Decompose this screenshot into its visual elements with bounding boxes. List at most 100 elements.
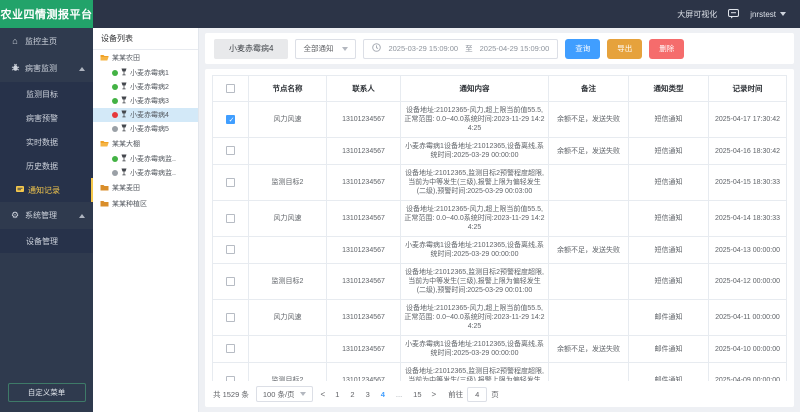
username: jnrstest: [750, 10, 776, 19]
sidebar-item-realtime-data[interactable]: 实时数据: [0, 130, 93, 154]
big-screen-link[interactable]: 大屏可视化: [677, 9, 717, 20]
tree-folder-farm[interactable]: 某某农田: [93, 50, 198, 66]
export-button[interactable]: 导出: [607, 39, 642, 59]
date-separator: 至: [465, 43, 473, 54]
status-offline-dot: [112, 170, 118, 176]
device-icon: [121, 96, 127, 106]
folder-open-icon: [100, 140, 109, 149]
main-content: 小麦赤霉病4 全部通知 2025-03-29 15:09:00 至 2025-0…: [199, 28, 800, 412]
goto-page-input[interactable]: [467, 387, 487, 402]
sidebar-item-history-data[interactable]: 历史数据: [0, 154, 93, 178]
page-size-select[interactable]: 100 条/页: [256, 386, 313, 402]
row-checkbox[interactable]: [226, 178, 235, 187]
selected-device-tag: 小麦赤霉病4: [214, 39, 288, 59]
tree-node-device[interactable]: 小麦赤霉病监..: [93, 152, 198, 166]
caret-up-icon: [79, 67, 85, 71]
table-row: 13101234567 小麦赤霉病1设备地址:21012365,设备离线,系统时…: [213, 138, 787, 165]
row-checkbox[interactable]: [226, 245, 235, 254]
chevron-down-icon: [780, 12, 786, 16]
device-icon: [121, 124, 127, 134]
tree-node-device-selected[interactable]: 小麦赤霉病4: [93, 108, 198, 122]
sidebar-item-pest-monitor[interactable]: 病害监测: [0, 55, 93, 82]
page-ellipsis[interactable]: ...: [394, 390, 404, 399]
device-icon: [121, 154, 127, 164]
message-icon[interactable]: [728, 9, 739, 19]
notification-icon: [16, 186, 24, 195]
date-range-picker[interactable]: 2025-03-29 15:09:00 至 2025-04-29 15:09:0…: [363, 39, 558, 59]
tree-folder-plantation[interactable]: 某某种植区: [93, 196, 198, 212]
device-tree-panel: 设备列表 某某农田 小麦赤霉病1 小麦赤霉病2 小麦赤霉病3: [93, 28, 199, 412]
table-header-row: 节点名称 联系人 通知内容 备注 通知类型 记录时间: [213, 76, 787, 102]
tree-node-device[interactable]: 小麦赤霉病1: [93, 66, 198, 80]
sidebar-item-system-manage[interactable]: ⚙ 系统管理: [0, 202, 93, 229]
notify-type-select[interactable]: 全部通知: [295, 39, 356, 59]
col-time: 记录时间: [709, 76, 787, 102]
table-row: 风力风速 13101234567 设备地址:21012365-风力,超上限当前值…: [213, 300, 787, 336]
app-logo: 农业四情测报平台: [0, 0, 93, 28]
col-remark: 备注: [549, 76, 629, 102]
status-online-dot: [112, 156, 118, 162]
pagination-bar: 共 1529 条 100 条/页 < 1 2 3 4 ... 15 > 前往: [212, 381, 787, 407]
row-checkbox[interactable]: [226, 146, 235, 155]
table-row: 风力风速 13101234567 设备地址:21012365-风力,超上限当前值…: [213, 102, 787, 138]
status-online-dot: [112, 70, 118, 76]
filter-toolbar: 小麦赤霉病4 全部通知 2025-03-29 15:09:00 至 2025-0…: [205, 33, 794, 64]
folder-open-icon: [100, 54, 109, 63]
page-current[interactable]: 4: [379, 390, 387, 399]
sidebar-item-monitor-target[interactable]: 监测目标: [0, 82, 93, 106]
user-menu[interactable]: jnrstest: [750, 10, 786, 19]
status-alarm-dot: [112, 112, 118, 118]
table-row: 风力风速 13101234567 设备地址:21012365-风力,超上限当前值…: [213, 201, 787, 237]
page-3[interactable]: 3: [364, 390, 372, 399]
pest-monitor-icon: [10, 63, 20, 74]
delete-button[interactable]: 删除: [649, 39, 684, 59]
page-2[interactable]: 2: [348, 390, 356, 399]
tree-node-device[interactable]: 小麦赤霉病2: [93, 80, 198, 94]
folder-closed-icon: [100, 200, 109, 209]
row-checkbox[interactable]: [226, 115, 235, 124]
goto-label: 前往: [448, 389, 463, 400]
chevron-down-icon: [300, 392, 306, 396]
tree-node-device[interactable]: 小麦赤霉病监..: [93, 166, 198, 180]
tree-folder-greenhouse[interactable]: 某某大棚: [93, 136, 198, 152]
table-row: 监测目标2 13101234567 设备地址:21012365,监测目标2预警程…: [213, 363, 787, 382]
select-all-checkbox[interactable]: [226, 84, 235, 93]
sidebar-item-pest-warning[interactable]: 病害预警: [0, 106, 93, 130]
system-submenu: 设备管理: [0, 229, 93, 253]
sidebar-item-notification-records[interactable]: 通知记录: [0, 178, 93, 202]
custom-menu-button[interactable]: 自定义菜单: [8, 383, 86, 402]
table-row: 监测目标2 13101234567 设备地址:21012365,监测目标2预警程…: [213, 165, 787, 201]
device-list-title: 设备列表: [93, 28, 198, 50]
row-checkbox[interactable]: [226, 277, 235, 286]
sidebar-item-device-manage[interactable]: 设备管理: [0, 229, 93, 253]
records-table: 节点名称 联系人 通知内容 备注 通知类型 记录时间 风力风速: [212, 75, 787, 381]
tree-folder-wheatfield[interactable]: 某某麦田: [93, 180, 198, 196]
status-offline-dot: [112, 126, 118, 132]
page-1[interactable]: 1: [333, 390, 341, 399]
page-last[interactable]: 15: [411, 390, 423, 399]
row-checkbox[interactable]: [226, 214, 235, 223]
row-checkbox[interactable]: [226, 344, 235, 353]
tree-node-device[interactable]: 小麦赤霉病3: [93, 94, 198, 108]
next-page-button[interactable]: >: [431, 390, 438, 399]
status-online-dot: [112, 98, 118, 104]
col-node-name: 节点名称: [249, 76, 327, 102]
date-end[interactable]: 2025-04-29 15:09:00: [480, 44, 550, 53]
device-icon: [121, 82, 127, 92]
pest-submenu: 监测目标 病害预警 实时数据 历史数据 通知记录: [0, 82, 93, 202]
chevron-down-icon: [342, 47, 348, 51]
date-start[interactable]: 2025-03-29 15:09:00: [388, 44, 458, 53]
caret-up-icon: [79, 214, 85, 218]
sidebar-item-home[interactable]: ⌂ 监控主页: [0, 28, 93, 55]
query-button[interactable]: 查询: [565, 39, 600, 59]
prev-page-button[interactable]: <: [320, 390, 327, 399]
row-checkbox[interactable]: [226, 313, 235, 322]
device-icon: [121, 168, 127, 178]
sidebar-nav: ⌂ 监控主页 病害监测 监测目标 病害预警 实时数据: [0, 28, 93, 412]
device-icon: [121, 68, 127, 78]
table-row: 13101234567 小麦赤霉病1设备地址:21012365,设备离线,系统时…: [213, 336, 787, 363]
gear-icon: ⚙: [10, 211, 20, 220]
row-checkbox[interactable]: [226, 376, 235, 381]
tree-node-device[interactable]: 小麦赤霉病5: [93, 122, 198, 136]
top-header: 农业四情测报平台 大屏可视化 jnrstest: [0, 0, 800, 28]
